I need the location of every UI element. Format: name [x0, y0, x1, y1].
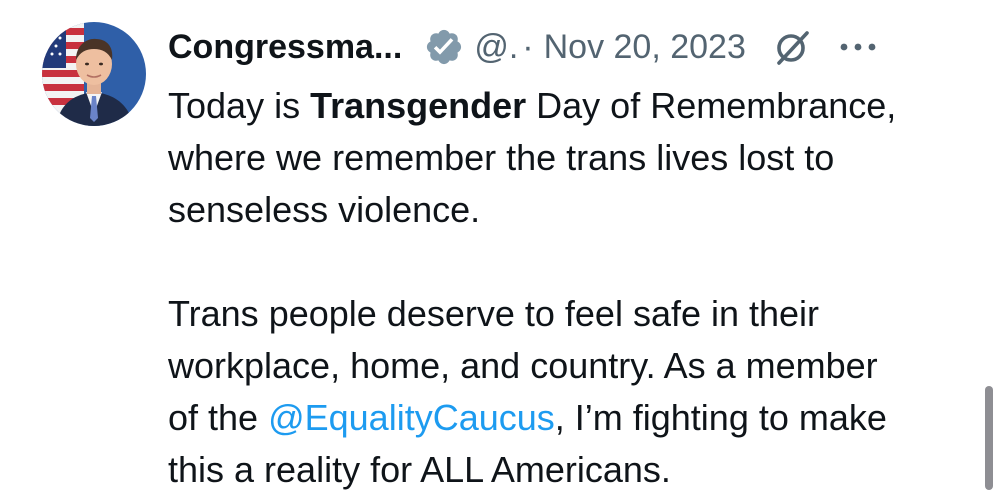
- text-line: senseless violence.: [168, 189, 481, 230]
- text-segment: Day of Remembrance,: [526, 85, 897, 126]
- text-segment: of the: [168, 397, 269, 438]
- text-segment: Today is: [168, 85, 311, 126]
- tweet-paragraph-2: Trans people deserve to feel safe in the…: [168, 288, 978, 490]
- tweet-text: Today is Transgender Day of Remembrance,…: [168, 80, 978, 490]
- avatar[interactable]: [42, 22, 146, 126]
- text-line: this a reality for ALL Americans.: [168, 449, 671, 490]
- text-line: Today is Transgender Day of Remembrance,: [168, 80, 978, 132]
- tweet-paragraph-1: Today is Transgender Day of Remembrance,…: [168, 80, 978, 236]
- author-handle[interactable]: @.: [474, 28, 518, 67]
- mention-link[interactable]: @EqualityCaucus: [268, 397, 555, 438]
- grok-slash-icon[interactable]: [772, 27, 812, 67]
- text-line: workplace, home, and country. As a membe…: [168, 345, 878, 386]
- more-options-icon[interactable]: [838, 40, 878, 54]
- avatar-photo-icon: [42, 22, 146, 126]
- scrollbar[interactable]: [985, 386, 993, 490]
- text-line: where we remember the trans lives lost t…: [168, 137, 835, 178]
- header-separator: ·: [522, 27, 534, 66]
- text-segment: , I’m fighting to make: [554, 397, 887, 438]
- tweet: Congressma... @. · Nov 20, 2023 Today is…: [0, 0, 1000, 490]
- text-line: of the @EqualityCaucus, I’m fighting to …: [168, 392, 978, 444]
- text-line: Trans people deserve to feel safe in the…: [168, 293, 820, 334]
- author-display-name[interactable]: Congressma...: [168, 28, 402, 67]
- verified-badge-icon[interactable]: [424, 27, 464, 67]
- bold-keyword: Transgender: [310, 85, 527, 126]
- tweet-header: Congressma... @. · Nov 20, 2023: [168, 20, 968, 74]
- tweet-date[interactable]: Nov 20, 2023: [544, 28, 746, 67]
